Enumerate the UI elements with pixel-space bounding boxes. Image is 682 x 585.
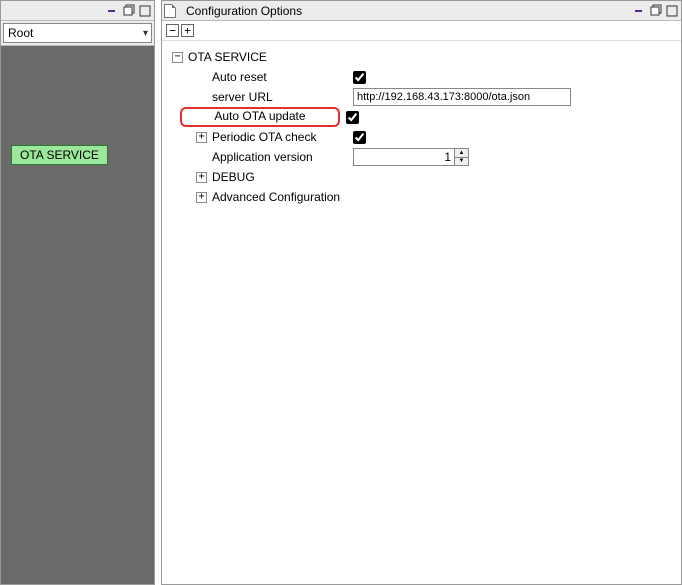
maximize-icon[interactable] bbox=[138, 4, 152, 18]
minimize-icon[interactable] bbox=[633, 4, 647, 18]
expander-icon[interactable]: + bbox=[196, 132, 207, 143]
label-server-url: server URL bbox=[212, 90, 347, 104]
checkbox-periodic-check[interactable] bbox=[353, 131, 366, 144]
collapse-all-button[interactable]: − bbox=[166, 24, 179, 37]
left-canvas: OTA SERVICE bbox=[1, 46, 154, 584]
input-server-url[interactable] bbox=[353, 88, 571, 106]
maximize-icon[interactable] bbox=[665, 4, 679, 18]
label-auto-ota-update: Auto OTA update bbox=[214, 109, 332, 123]
checkbox-auto-ota-update[interactable] bbox=[346, 111, 359, 124]
spinner-down-icon[interactable]: ▼ bbox=[455, 158, 468, 166]
input-app-version[interactable] bbox=[354, 149, 454, 165]
label-app-version: Application version bbox=[212, 150, 347, 164]
label-advanced: Advanced Configuration bbox=[212, 190, 340, 204]
label-debug: DEBUG bbox=[212, 170, 255, 184]
tree-node-ota-service[interactable]: − OTA SERVICE bbox=[168, 47, 675, 67]
minimize-icon[interactable] bbox=[106, 4, 120, 18]
tree-node-app-version: · Application version ▲ ▼ bbox=[168, 147, 675, 167]
tree-node-server-url: · server URL bbox=[168, 87, 675, 107]
restore-icon[interactable] bbox=[122, 4, 136, 18]
tree-node-auto-reset: · Auto reset bbox=[168, 67, 675, 87]
root-dropdown-label: Root bbox=[8, 26, 33, 40]
tree-toolbar: − + bbox=[162, 21, 681, 41]
right-pane: Configuration Options − + − OTA SERVICE … bbox=[161, 0, 682, 585]
highlight-auto-ota-update: · Auto OTA update bbox=[180, 107, 340, 127]
spinner-up-icon[interactable]: ▲ bbox=[455, 149, 468, 158]
left-titlebar bbox=[1, 1, 154, 21]
root-dropdown[interactable]: Root ▾ bbox=[3, 23, 152, 43]
expander-icon[interactable]: + bbox=[196, 192, 207, 203]
expand-all-button[interactable]: + bbox=[181, 24, 194, 37]
ota-service-node[interactable]: OTA SERVICE bbox=[11, 145, 108, 165]
chevron-down-icon: ▾ bbox=[143, 28, 148, 39]
spinner-app-version[interactable]: ▲ ▼ bbox=[353, 148, 469, 166]
right-title: Configuration Options bbox=[184, 4, 629, 18]
tree-node-advanced[interactable]: + Advanced Configuration bbox=[168, 187, 675, 207]
restore-icon[interactable] bbox=[649, 4, 663, 18]
document-icon bbox=[164, 4, 176, 18]
root-selector-row: Root ▾ bbox=[1, 21, 154, 46]
right-titlebar: Configuration Options bbox=[162, 1, 681, 21]
left-pane: Root ▾ OTA SERVICE bbox=[0, 0, 155, 585]
tree-label-root: OTA SERVICE bbox=[188, 50, 267, 64]
tree-node-periodic-check[interactable]: + Periodic OTA check bbox=[168, 127, 675, 147]
checkbox-auto-reset[interactable] bbox=[353, 71, 366, 84]
expander-icon[interactable]: + bbox=[196, 172, 207, 183]
tree-node-debug[interactable]: + DEBUG bbox=[168, 167, 675, 187]
label-auto-reset: Auto reset bbox=[212, 70, 347, 84]
label-periodic-check: Periodic OTA check bbox=[212, 130, 347, 144]
expander-icon[interactable]: − bbox=[172, 52, 183, 63]
tree-node-auto-ota-update: · Auto OTA update bbox=[168, 107, 675, 127]
config-tree: − OTA SERVICE · Auto reset · server URL … bbox=[162, 41, 681, 584]
